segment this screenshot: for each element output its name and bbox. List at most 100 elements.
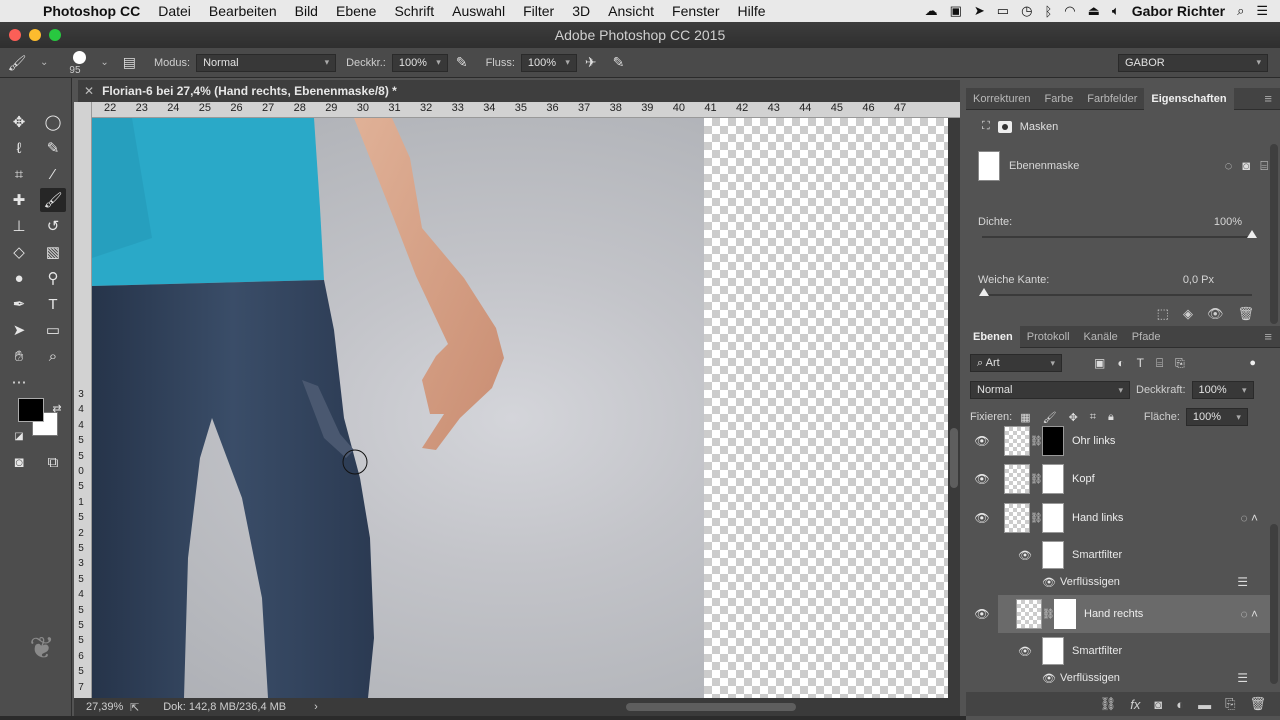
new-group-folder-icon[interactable]: ▬: [1198, 697, 1211, 712]
visibility-eye-icon[interactable]: 👁︎: [966, 434, 998, 448]
bluetooth-icon[interactable]: ᛒ: [1044, 4, 1052, 19]
vertical-ruler[interactable]: 3 4 4 5 5 0 5 1 5 2 5 3 5 4 5 5 5 6 5 7: [74, 102, 92, 698]
link-chain-icon[interactable]: ⛓: [1030, 513, 1043, 524]
smart-filter-mask-thumbnail[interactable]: [1042, 637, 1064, 665]
eject-icon[interactable]: ⏏: [1088, 3, 1100, 19]
menu-bild[interactable]: Bild: [286, 3, 327, 19]
menu-3d[interactable]: 3D: [563, 3, 599, 19]
battery-icon[interactable]: ▭: [997, 3, 1009, 19]
screen-mode-icon[interactable]: ⧉: [40, 450, 66, 474]
spotlight-search-icon[interactable]: ⌕: [1237, 3, 1244, 19]
smart-filter-mask-thumbnail[interactable]: [1042, 541, 1064, 569]
menu-ebene[interactable]: Ebene: [327, 3, 385, 19]
menu-fenster[interactable]: Fenster: [663, 3, 728, 19]
camera-icon[interactable]: ▣: [950, 3, 962, 19]
brush-tool-icon[interactable]: 🖌︎: [40, 188, 66, 212]
foreground-color-swatch[interactable]: [18, 398, 44, 422]
workspace-dropdown[interactable]: GABOR ▾: [1118, 53, 1268, 72]
add-mask-icon[interactable]: ◙: [1154, 697, 1162, 712]
visibility-eye-icon[interactable]: 👁︎: [966, 472, 998, 486]
healing-brush-icon[interactable]: ✚: [6, 188, 32, 212]
filter-shape-icon[interactable]: ⌸: [1156, 356, 1163, 371]
tab-eigenschaften[interactable]: Eigenschaften: [1144, 87, 1234, 110]
layer-name[interactable]: Kopf: [1072, 473, 1095, 485]
forward-icon[interactable]: ➤: [974, 3, 985, 19]
density-value[interactable]: 100%: [1214, 216, 1242, 228]
brush-tool-preset-icon[interactable]: 🖌︎: [0, 54, 34, 72]
default-colors-icon[interactable]: ◪: [6, 424, 32, 448]
load-selection-icon[interactable]: ⬚: [1157, 306, 1169, 322]
link-chain-icon[interactable]: ⛓: [1042, 609, 1055, 620]
panel-menu-icon[interactable]: ≡: [1264, 329, 1280, 344]
quick-selection-icon[interactable]: ✎: [40, 136, 66, 160]
add-pixel-mask-icon[interactable]: ◙: [1242, 158, 1250, 174]
visibility-eye-icon[interactable]: 👁︎: [966, 607, 998, 621]
path-selection-icon[interactable]: ➤: [6, 318, 32, 342]
density-slider[interactable]: [982, 230, 1257, 238]
chevron-right-icon[interactable]: ›: [314, 701, 318, 713]
filter-adjustment-icon[interactable]: ◐: [1117, 356, 1124, 371]
menu-photoshop[interactable]: Photoshop CC: [34, 3, 149, 19]
rectangle-tool-icon[interactable]: ▭: [40, 318, 66, 342]
crop-tool-icon[interactable]: ⌗: [6, 162, 32, 186]
tab-farbe[interactable]: Farbe: [1037, 88, 1080, 110]
type-tool-icon[interactable]: T: [40, 292, 66, 316]
volume-icon[interactable]: 🔈︎: [1112, 3, 1120, 19]
chevron-down-icon[interactable]: ⌄: [40, 57, 48, 68]
menu-schrift[interactable]: Schrift: [385, 3, 443, 19]
blend-mode-dropdown[interactable]: Normal ▾: [970, 381, 1130, 399]
link-chain-icon[interactable]: ⛓: [1030, 436, 1043, 447]
filter-pixel-icon[interactable]: ▣: [1094, 356, 1105, 371]
eraser-tool-icon[interactable]: ◇: [6, 240, 32, 264]
filter-smart-object-icon[interactable]: ⎘: [1175, 356, 1185, 371]
document-tab[interactable]: ✕ Florian-6 bei 27,4% (Hand rechts, Eben…: [78, 80, 960, 102]
visibility-eye-icon[interactable]: 👁︎: [966, 672, 1060, 685]
smart-filter-row[interactable]: 👁︎ Smartfilter: [966, 637, 1270, 665]
filter-toggle-icon[interactable]: ●: [1249, 357, 1256, 369]
density-slider-knob[interactable]: [1247, 230, 1257, 238]
menu-datei[interactable]: Datei: [149, 3, 200, 19]
layer-row[interactable]: 👁︎ ⛓ Ohr links: [966, 422, 1270, 460]
delete-mask-icon[interactable]: 🗑︎: [1237, 306, 1254, 322]
filter-type-icon[interactable]: T: [1137, 356, 1144, 371]
layer-row[interactable]: 👁︎ ⛓ Hand links ◌ ˄: [966, 499, 1270, 537]
menu-hilfe[interactable]: Hilfe: [729, 3, 775, 19]
smart-filter-row[interactable]: 👁︎ Smartfilter: [966, 541, 1270, 569]
select-pixel-mask-icon[interactable]: ◌: [1225, 158, 1233, 174]
feather-slider[interactable]: [979, 288, 1252, 296]
tab-pfade[interactable]: Pfade: [1125, 326, 1168, 348]
layer-style-fx-icon[interactable]: fx: [1130, 697, 1140, 712]
layer-name[interactable]: Hand rechts: [1084, 608, 1143, 620]
opacity-field[interactable]: 100% ▾: [391, 53, 448, 72]
smart-object-expand-icon[interactable]: ◌ ˄: [1241, 607, 1258, 621]
layer-row[interactable]: 👁︎ ⛓ Kopf: [966, 460, 1270, 498]
gradient-tool-icon[interactable]: ▧: [40, 240, 66, 264]
layer-name[interactable]: Ohr links: [1072, 435, 1115, 447]
pen-tool-icon[interactable]: ✒: [6, 292, 32, 316]
smart-object-expand-icon[interactable]: ◌ ˄: [1241, 511, 1258, 525]
brush-panel-icon[interactable]: ▤: [123, 54, 136, 71]
close-document-icon[interactable]: ✕: [84, 84, 94, 98]
visibility-eye-icon[interactable]: 👁︎: [966, 645, 1032, 658]
share-icon[interactable]: ⇱: [130, 701, 139, 714]
wifi-icon[interactable]: ◠: [1064, 3, 1075, 19]
filter-options-icon[interactable]: ☰: [1237, 575, 1248, 589]
cloud-icon[interactable]: ☁: [925, 3, 938, 19]
layer-mask-icon[interactable]: [997, 120, 1012, 133]
properties-scrollbar[interactable]: [1270, 144, 1278, 324]
flow-field[interactable]: 100% ▾: [520, 53, 577, 72]
feather-value[interactable]: 0,0 Px: [1183, 274, 1214, 286]
menu-bearbeiten[interactable]: Bearbeiten: [200, 3, 286, 19]
tab-ebenen[interactable]: Ebenen: [966, 325, 1020, 348]
time-machine-icon[interactable]: ◷: [1021, 3, 1032, 19]
layer-mask-thumbnail[interactable]: [1054, 599, 1076, 629]
layer-filter-dropdown[interactable]: ⌕ Art ▾: [970, 354, 1062, 372]
layer-row-selected[interactable]: ⛓ Hand rechts ◌ ˄: [998, 595, 1270, 633]
layer-mask-thumbnail[interactable]: [1042, 464, 1064, 494]
canvas-vertical-scrollbar[interactable]: [948, 118, 960, 698]
lasso-tool-icon[interactable]: ℓ: [6, 136, 32, 160]
dodge-tool-icon[interactable]: ⚲: [40, 266, 66, 290]
close-window-button[interactable]: [9, 29, 21, 41]
visibility-eye-icon[interactable]: 👁︎: [966, 511, 998, 525]
chevron-down-icon[interactable]: ⌄: [100, 57, 108, 68]
